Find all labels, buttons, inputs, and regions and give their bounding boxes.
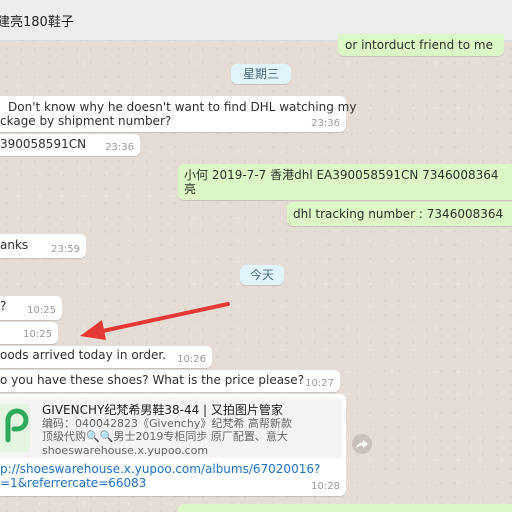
chat-panel: 建亮180鞋子 or intorduct friend to me 星期三 Do…	[0, 0, 512, 512]
annotation-arrow	[80, 302, 230, 340]
